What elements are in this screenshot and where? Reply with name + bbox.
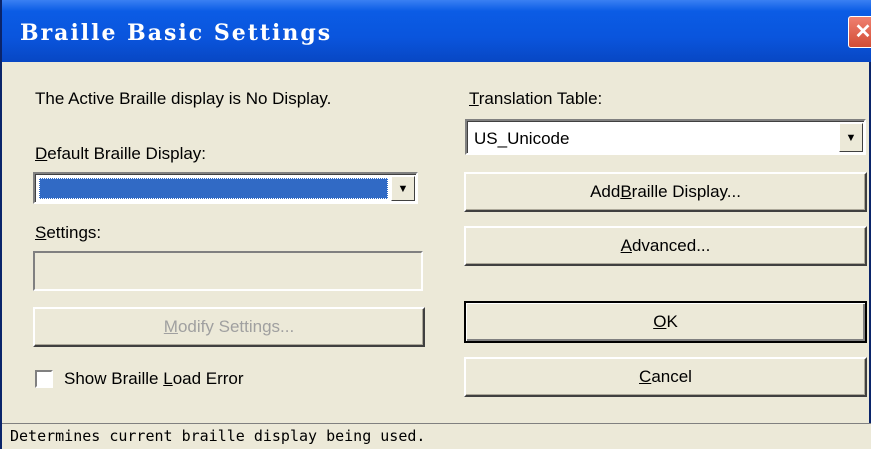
window-title: Braille Basic Settings <box>20 20 333 46</box>
settings-field <box>33 251 423 291</box>
chevron-down-icon[interactable]: ▼ <box>839 123 863 152</box>
default-display-selection <box>39 178 388 199</box>
chevron-down-icon[interactable]: ▼ <box>391 176 415 201</box>
add-braille-display-button[interactable]: Add Braille Display... <box>464 172 867 212</box>
active-display-text: The Active Braille display is No Display… <box>35 89 332 108</box>
cancel-button[interactable]: Cancel <box>464 357 867 397</box>
show-load-error-label: Show Braille Load Error <box>64 369 244 388</box>
translation-table-label: Translation Table: <box>469 89 603 108</box>
advanced-button[interactable]: Advanced... <box>464 226 867 266</box>
translation-table-dropdown[interactable]: US_Unicode ▼ <box>465 119 866 155</box>
translation-table-value: US_Unicode <box>474 129 570 148</box>
ok-button[interactable]: OK <box>464 301 867 343</box>
default-display-dropdown[interactable]: ▼ <box>33 172 418 204</box>
status-bar: Determines current braille display being… <box>2 423 871 449</box>
status-text: Determines current braille display being… <box>10 427 426 445</box>
close-icon[interactable]: ✕ <box>848 16 871 48</box>
default-display-label: Default Braille Display: <box>35 144 207 163</box>
show-load-error-checkbox[interactable] <box>35 370 53 388</box>
settings-label: Settings: <box>35 223 102 242</box>
dialog-window: Braille Basic Settings ✕ The Active Brai… <box>0 0 871 449</box>
title-bar[interactable]: Braille Basic Settings ✕ <box>2 0 871 62</box>
modify-settings-button[interactable]: Modify Settings... <box>33 307 425 347</box>
